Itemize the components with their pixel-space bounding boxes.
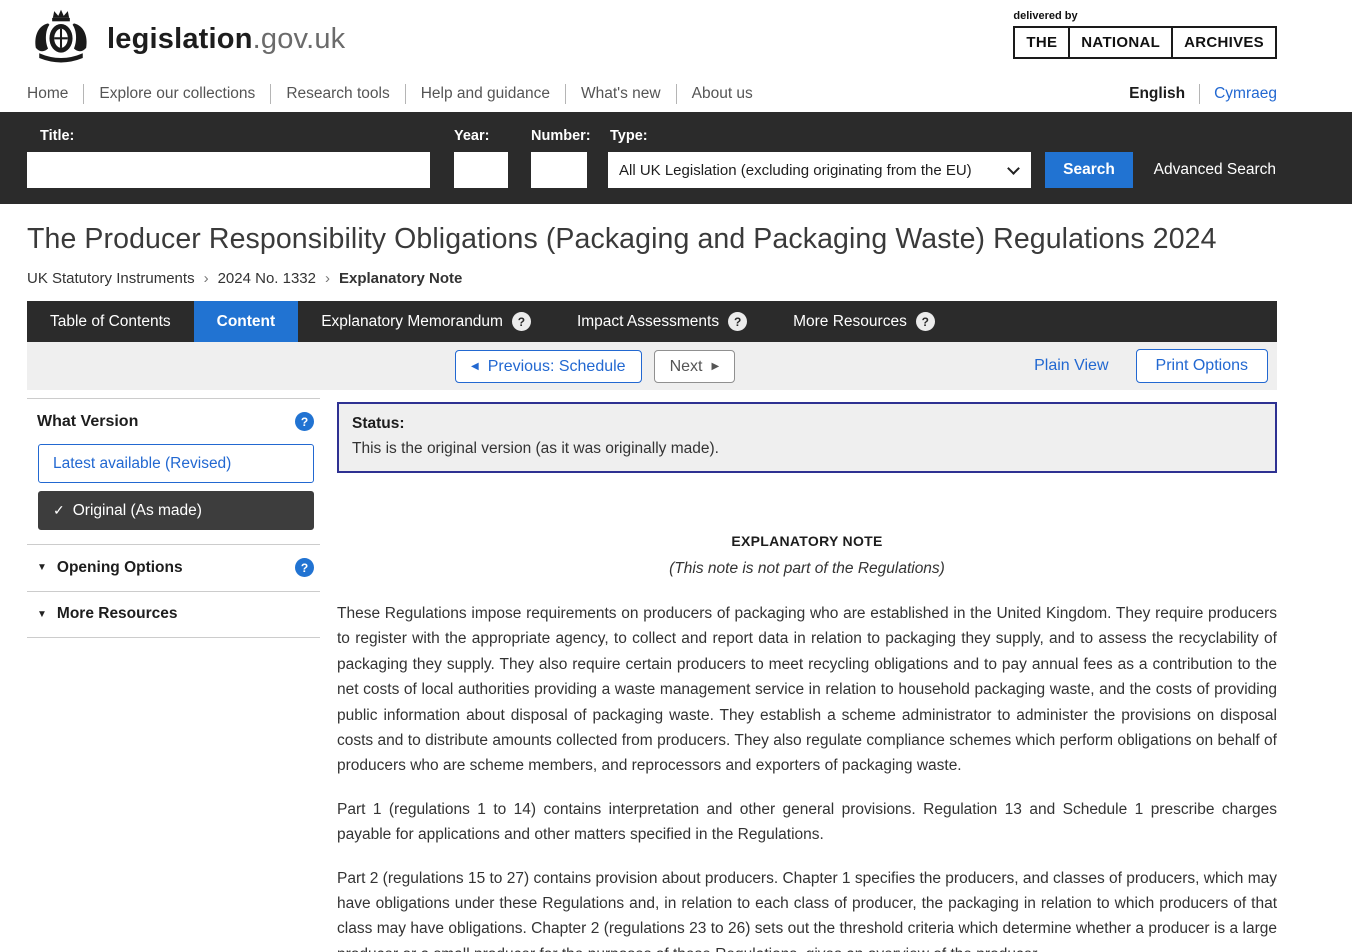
- type-select[interactable]: All UK Legislation (excluding originatin…: [608, 152, 1031, 188]
- nav-home[interactable]: Home: [27, 85, 83, 103]
- opening-options-toggle[interactable]: ▼Opening Options ?: [37, 558, 314, 577]
- breadcrumb-explanatory-note: Explanatory Note: [339, 270, 462, 287]
- breadcrumb-separator-icon: ›: [204, 270, 209, 287]
- help-icon[interactable]: ?: [728, 312, 747, 331]
- explanatory-note-subheading: (This note is not part of the Regulation…: [337, 560, 1277, 578]
- title-label: Title:: [40, 128, 74, 144]
- tab-more-resources[interactable]: More Resources ?: [770, 301, 958, 342]
- paragraph: Part 2 (regulations 15 to 27) contains p…: [337, 866, 1277, 952]
- version-latest-button[interactable]: Latest available (Revised): [38, 444, 314, 483]
- more-resources-section: ▼More Resources: [27, 592, 320, 638]
- explanatory-note-heading: EXPLANATORY NOTE: [337, 533, 1277, 549]
- tab-impact-assessments[interactable]: Impact Assessments ?: [554, 301, 770, 342]
- help-icon[interactable]: ?: [295, 412, 314, 431]
- year-label: Year:: [454, 128, 489, 144]
- plain-view-link[interactable]: Plain View: [1034, 357, 1108, 375]
- number-label: Number:: [531, 128, 591, 144]
- nav-help-guidance[interactable]: Help and guidance: [406, 85, 565, 103]
- status-box: Status: This is the original version (as…: [337, 402, 1277, 473]
- title-input[interactable]: [27, 152, 430, 188]
- help-icon[interactable]: ?: [295, 558, 314, 577]
- breadcrumb: UK Statutory Instruments › 2024 No. 1332…: [27, 270, 1277, 287]
- advanced-search-link[interactable]: Advanced Search: [1154, 152, 1276, 188]
- number-input[interactable]: [531, 152, 587, 188]
- nav-research-tools[interactable]: Research tools: [271, 85, 404, 103]
- main-nav: Home Explore our collections Research to…: [27, 76, 1277, 112]
- help-icon[interactable]: ?: [512, 312, 531, 331]
- paragraph: These Regulations impose requirements on…: [337, 601, 1277, 779]
- what-version-section: What Version ? Latest available (Revised…: [27, 399, 320, 545]
- site-title: legislation.gov.uk: [107, 23, 345, 56]
- what-version-heading: What Version: [37, 413, 138, 431]
- triangle-down-icon: ▼: [37, 609, 47, 620]
- site-header: legislation.gov.uk delivered by THE NATI…: [27, 0, 1277, 76]
- language-english[interactable]: English: [1115, 85, 1199, 103]
- view-tabs: Table of Contents Content Explanatory Me…: [27, 301, 1277, 342]
- year-input[interactable]: [454, 152, 508, 188]
- checkmark-icon: ✓: [53, 502, 65, 518]
- tab-table-of-contents[interactable]: Table of Contents: [27, 301, 194, 342]
- nav-about-us[interactable]: About us: [677, 85, 768, 103]
- tab-content[interactable]: Content: [194, 301, 299, 342]
- previous-button[interactable]: ◀ Previous: Schedule: [455, 350, 642, 383]
- breadcrumb-separator-icon: ›: [325, 270, 330, 287]
- print-options-button[interactable]: Print Options: [1136, 349, 1268, 383]
- options-sidebar: What Version ? Latest available (Revised…: [27, 398, 320, 638]
- help-icon[interactable]: ?: [916, 312, 935, 331]
- next-button[interactable]: Next ▶: [654, 350, 736, 383]
- version-original-button[interactable]: ✓Original (As made): [38, 491, 314, 530]
- document-content: Status: This is the original version (as…: [337, 398, 1277, 952]
- nav-explore-collections[interactable]: Explore our collections: [84, 85, 270, 103]
- more-resources-toggle[interactable]: ▼More Resources: [37, 605, 314, 623]
- triangle-right-icon: ▶: [711, 362, 719, 372]
- tna-logo: delivered by THE NATIONAL ARCHIVES: [1013, 10, 1277, 59]
- crown-logo-icon: [27, 8, 95, 70]
- opening-options-section: ▼Opening Options ?: [27, 545, 320, 592]
- breadcrumb-uk-statutory-instruments[interactable]: UK Statutory Instruments: [27, 270, 195, 287]
- search-button[interactable]: Search: [1045, 152, 1133, 188]
- status-label: Status:: [352, 415, 1262, 433]
- content-toolbar: ◀ Previous: Schedule Next ▶ Plain View P…: [27, 342, 1277, 390]
- paragraph: Part 1 (regulations 1 to 14) contains in…: [337, 797, 1277, 848]
- triangle-left-icon: ◀: [471, 362, 479, 372]
- type-label: Type:: [610, 128, 648, 144]
- nav-whats-new[interactable]: What's new: [566, 85, 676, 103]
- language-cymraeg[interactable]: Cymraeg: [1200, 85, 1277, 103]
- page-title: The Producer Responsibility Obligations …: [27, 221, 1277, 257]
- status-text: This is the original version (as it was …: [352, 440, 1262, 458]
- tab-explanatory-memorandum[interactable]: Explanatory Memorandum ?: [298, 301, 554, 342]
- search-bar: Title: Year: Number: Type: All UK Legisl…: [0, 112, 1352, 204]
- delivered-by-label: delivered by: [1013, 10, 1277, 22]
- national-archives-logo: THE NATIONAL ARCHIVES: [1013, 26, 1277, 59]
- triangle-down-icon: ▼: [37, 562, 47, 573]
- breadcrumb-instrument-number[interactable]: 2024 No. 1332: [218, 270, 316, 287]
